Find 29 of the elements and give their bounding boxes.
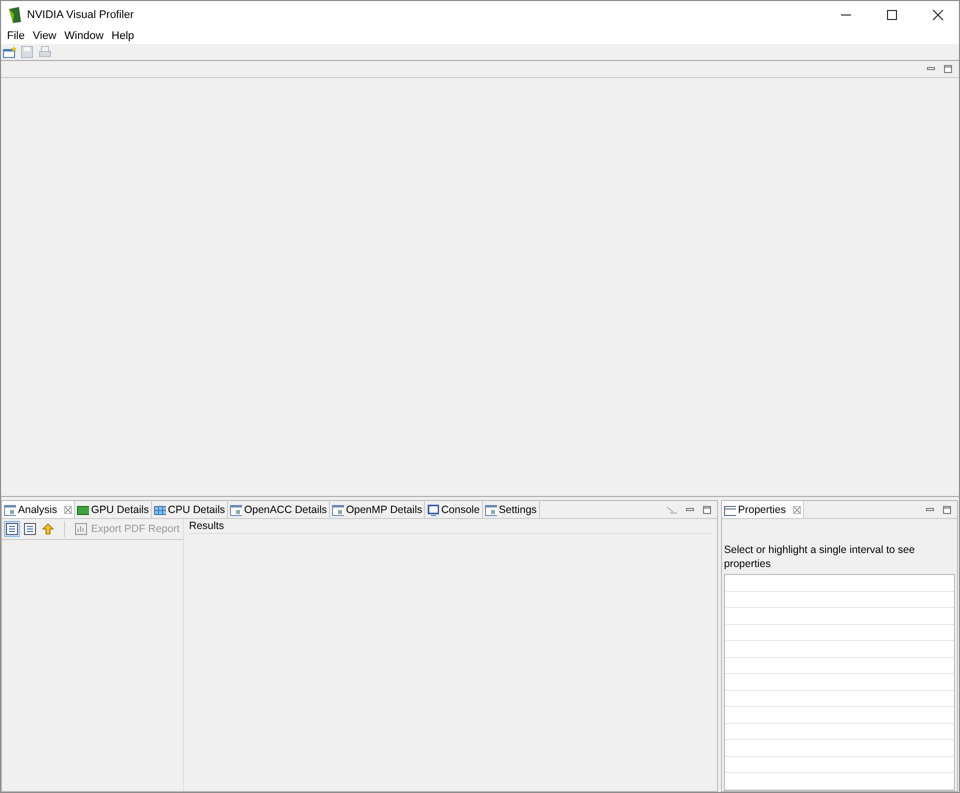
tab[interactable]: OpenACC Details <box>228 501 330 518</box>
window-icon <box>724 504 736 516</box>
tab[interactable]: Analysis <box>2 501 76 518</box>
chip-icon <box>77 504 90 516</box>
window-title: NVIDIA Visual Profiler <box>27 8 135 20</box>
tab[interactable]: GPU Details <box>75 501 152 518</box>
window-icon <box>4 504 16 516</box>
menu-item[interactable]: Help <box>108 30 138 42</box>
list-button[interactable] <box>22 521 38 537</box>
monitor-icon <box>427 504 440 516</box>
menu-item[interactable]: Window <box>60 30 108 42</box>
properties-message: Select or highlight a single interval to see properties <box>724 543 916 571</box>
tab[interactable]: Settings <box>482 501 540 518</box>
window-icon <box>332 504 344 516</box>
menu-item[interactable]: File <box>3 30 29 42</box>
up-arrow-button[interactable] <box>40 521 56 537</box>
grid-icon <box>154 504 166 516</box>
menu-item[interactable]: View <box>28 30 60 42</box>
app-logo-icon <box>7 6 23 24</box>
tab[interactable]: Console <box>425 501 483 518</box>
window-icon <box>484 504 497 516</box>
list-button[interactable] <box>4 521 20 537</box>
tab[interactable]: CPU Details <box>152 501 228 518</box>
chart-icon <box>75 522 89 536</box>
tab[interactable]: Properties <box>722 501 804 518</box>
window-icon <box>230 504 242 516</box>
results-label: Results <box>189 520 712 534</box>
new-window-icon[interactable] <box>3 46 17 58</box>
tab[interactable]: OpenMP Details <box>330 501 426 518</box>
